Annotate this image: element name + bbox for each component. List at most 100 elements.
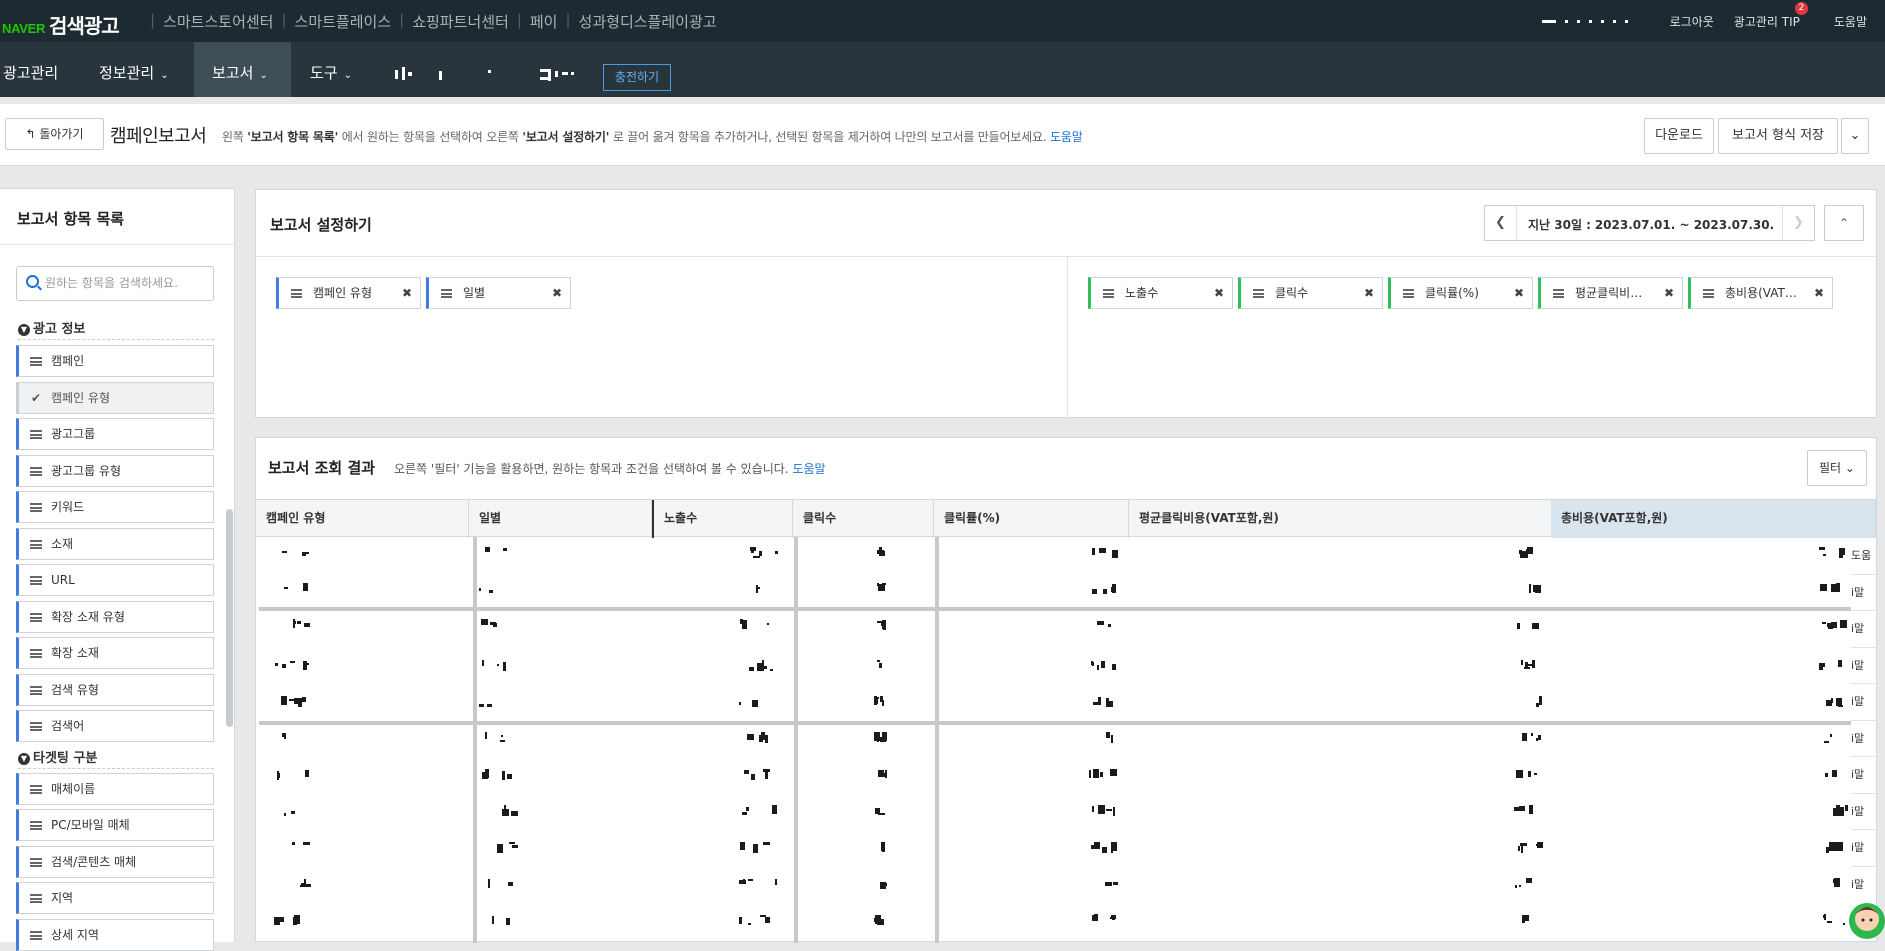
redaction-block xyxy=(1840,808,1842,814)
list-item-media-name[interactable]: 매체이름 xyxy=(16,773,214,805)
back-button[interactable]: ↰ 돌아가기 xyxy=(5,118,104,150)
list-item-ext-creative[interactable]: 확장 소재 xyxy=(16,637,214,669)
metric-chip-clicks[interactable]: 클릭수 ✖ xyxy=(1238,277,1383,309)
remove-icon[interactable]: ✖ xyxy=(402,278,412,308)
dimension-chip-daily[interactable]: 일별 ✖ xyxy=(426,277,571,309)
redacted-cell xyxy=(1514,660,1544,672)
remove-icon[interactable]: ✖ xyxy=(1814,278,1824,308)
list-item-adgroup-type[interactable]: 광고그룹 유형 xyxy=(16,455,214,487)
ad-tip-link[interactable]: 광고관리 TIP 2 xyxy=(1734,2,1808,30)
redacted-cell xyxy=(1514,732,1544,744)
desc-bold: '보고서 항목 목록' xyxy=(247,130,339,144)
filter-button[interactable]: 필터 ⌄ xyxy=(1807,450,1867,486)
redaction-block xyxy=(882,700,884,706)
redaction-block xyxy=(275,663,278,666)
redaction-block xyxy=(1537,842,1543,848)
help-link[interactable]: 도움말 xyxy=(792,462,825,476)
redaction-block xyxy=(1823,554,1826,556)
section-targeting[interactable]: ▼ 타겟팅 구분 xyxy=(18,747,214,769)
tip-count-badge: 2 xyxy=(1794,2,1808,15)
col-clicks[interactable]: 클릭수 xyxy=(793,500,934,538)
menu-ad-management[interactable]: 광고관리 xyxy=(3,42,58,97)
section-ad-info[interactable]: ▼ 광고 정보 xyxy=(18,318,214,340)
nav-shopping-partner[interactable]: 쇼핑파트너센터 xyxy=(412,11,509,32)
col-daily[interactable]: 일별 xyxy=(469,500,652,538)
redaction-block xyxy=(293,619,295,628)
redaction-block xyxy=(748,923,751,925)
remove-icon[interactable]: ✖ xyxy=(552,278,562,308)
redaction-block xyxy=(1101,661,1105,668)
redaction-block xyxy=(1528,771,1531,777)
redaction-block xyxy=(877,550,884,554)
list-item-label: 캠페인 유형 xyxy=(51,391,111,405)
redaction-block xyxy=(1524,667,1530,669)
chip-label: 캠페인 유형 xyxy=(313,286,373,300)
nav-pay[interactable]: 페이 xyxy=(530,11,558,32)
redaction-block xyxy=(1106,809,1112,811)
col-avg-cpc[interactable]: 평균클릭비용(VAT포함,원) xyxy=(1129,500,1554,538)
naver-searchad-logo[interactable]: NAVER 검색광고 xyxy=(2,10,120,39)
list-item-search-content-media[interactable]: 검색/콘텐츠 매체 xyxy=(16,846,214,878)
list-item-search-type[interactable]: 검색 유형 xyxy=(16,674,214,706)
list-item-url[interactable]: URL xyxy=(16,564,214,596)
metric-chip-ctr[interactable]: 클릭률(%) ✖ xyxy=(1388,277,1533,309)
list-item-ext-creative-type[interactable]: 확장 소재 유형 xyxy=(16,601,214,633)
menu-reports[interactable]: 보고서 ⌄ xyxy=(194,42,291,97)
logout-link[interactable]: 로그아웃 xyxy=(1670,13,1714,30)
redacted-cell xyxy=(479,619,519,631)
help-link[interactable]: 도움말 xyxy=(1834,13,1867,30)
remove-icon[interactable]: ✖ xyxy=(1514,278,1524,308)
remove-icon[interactable]: ✖ xyxy=(1664,278,1674,308)
col-campaign-type[interactable]: 캠페인 유형 xyxy=(256,500,469,538)
list-item-pc-mobile-media[interactable]: PC/모바일 매체 xyxy=(16,809,214,841)
col-total-cost[interactable]: 총비용(VAT포함,원) xyxy=(1551,500,1876,538)
col-ctr[interactable]: 클릭률(%) xyxy=(934,500,1129,538)
download-button[interactable]: 다운로드 xyxy=(1644,118,1714,154)
redaction-block xyxy=(1830,734,1832,737)
chevron-right-icon[interactable]: ❯ xyxy=(1782,206,1814,240)
list-item-campaign-type[interactable]: ✔ 캠페인 유형 xyxy=(16,382,214,414)
date-range-selector[interactable]: ❮ 지난 30일 : 2023.07.01. ~ 2023.07.30. ❯ xyxy=(1484,205,1815,241)
assistant-character-icon[interactable] xyxy=(1843,893,1885,942)
list-item-creative[interactable]: 소재 xyxy=(16,528,214,560)
list-item-search-term[interactable]: 검색어 xyxy=(16,710,214,742)
save-format-dropdown-button[interactable]: ⌄ xyxy=(1841,118,1869,154)
help-link[interactable]: 도움말 xyxy=(1050,130,1083,144)
redaction-block xyxy=(1832,770,1837,777)
redacted-cell xyxy=(739,805,779,817)
metric-chip-impressions[interactable]: 노출수 ✖ xyxy=(1088,277,1233,309)
col-impressions[interactable]: 노출수 xyxy=(652,500,793,538)
list-item-adgroup[interactable]: 광고그룹 xyxy=(16,418,214,450)
remove-icon[interactable]: ✖ xyxy=(1214,278,1224,308)
nav-display-ad[interactable]: 성과형디스플레이광고 xyxy=(579,11,717,32)
redaction-block xyxy=(753,556,760,558)
nav-smartplace[interactable]: 스마트플레이스 xyxy=(295,11,392,32)
menu-tools[interactable]: 도구 ⌄ xyxy=(310,42,352,97)
redacted-cell xyxy=(1819,696,1849,708)
list-item-keyword[interactable]: 키워드 xyxy=(16,491,214,523)
redaction-block xyxy=(503,548,507,551)
item-search-input[interactable]: 원하는 항목을 검색하세요. xyxy=(16,266,214,301)
collapse-button[interactable]: ⌃ xyxy=(1824,205,1864,241)
nav-smartstore[interactable]: 스마트스토어센터 xyxy=(163,11,273,32)
chevron-down-icon: ▼ xyxy=(18,323,30,336)
list-item-detail-region[interactable]: 상세 지역 xyxy=(16,919,214,951)
list-item-region[interactable]: 지역 xyxy=(16,882,214,914)
chevron-down-icon: ⌄ xyxy=(1849,128,1861,143)
list-item-label: 지역 xyxy=(51,891,74,905)
page-description: 왼쪽 '보고서 항목 목록' 에서 원하는 항목을 선택하여 오른쪽 '보고서 … xyxy=(222,128,1083,145)
remove-icon[interactable]: ✖ xyxy=(1364,278,1374,308)
metric-chip-total-cost[interactable]: 총비용(VAT… ✖ xyxy=(1688,277,1833,309)
redaction-block xyxy=(1822,622,1826,624)
scrollbar[interactable] xyxy=(226,509,233,727)
redaction-block xyxy=(1091,845,1095,849)
redacted-cell xyxy=(479,732,519,744)
metric-chip-avg-cpc[interactable]: 평균클릭비… ✖ xyxy=(1538,277,1683,309)
menu-info-management[interactable]: 정보관리 ⌄ xyxy=(99,42,169,97)
charge-button[interactable]: 충전하기 xyxy=(603,64,671,91)
redacted-menu-item xyxy=(540,67,580,81)
list-item-campaign[interactable]: 캠페인 xyxy=(16,345,214,377)
dimension-chip-campaign-type[interactable]: 캠페인 유형 ✖ xyxy=(276,277,421,309)
save-format-button[interactable]: 보고서 형식 저장 xyxy=(1718,118,1838,154)
chevron-left-icon[interactable]: ❮ xyxy=(1485,206,1517,240)
